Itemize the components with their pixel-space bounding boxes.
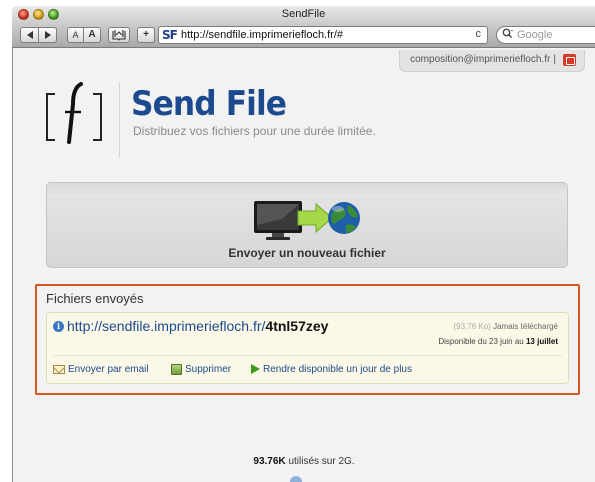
trash-icon (171, 364, 182, 375)
brand-name: Send File (131, 84, 287, 124)
quota-used: 93.76K (253, 456, 286, 467)
file-item: i http://sendfile.imprimeriefloch.fr/4tn… (46, 312, 569, 384)
account-email: composition@imprimeriefloch.fr (410, 54, 551, 65)
send-by-email-label: Envoyer par email (68, 364, 149, 375)
quota-suffix: utilisés sur 2G. (288, 456, 355, 467)
envelope-icon (53, 364, 65, 374)
bookmarks-icon (112, 30, 126, 41)
sent-files-section: Fichiers envoyés i http://sendfile.impri… (35, 284, 580, 395)
delete-link[interactable]: Supprimer (171, 364, 231, 375)
logout-icon[interactable] (563, 54, 576, 66)
site-favicon: SF (162, 28, 178, 42)
window-title: SendFile (281, 8, 326, 20)
search-field[interactable]: Google (496, 26, 595, 44)
add-bookmark-button[interactable]: + (137, 27, 155, 43)
upload-monitor-globe-icon (254, 201, 360, 240)
green-arrow-icon (251, 364, 260, 375)
reload-icon[interactable]: c (476, 28, 482, 40)
window-titlebar: SendFile (12, 6, 595, 22)
file-link[interactable]: http://sendfile.imprimeriefloch.fr/4tnl5… (67, 318, 328, 334)
address-url: http://sendfile.imprimeriefloch.fr/# (181, 29, 344, 41)
file-size: (93.76 Ko) (453, 322, 491, 331)
account-separator: | (553, 54, 556, 65)
account-tab: composition@imprimeriefloch.fr | (399, 50, 585, 72)
page-content: composition@imprimeriefloch.fr | Send Fi… (12, 48, 595, 482)
bookmarks-button[interactable] (108, 27, 130, 43)
back-button[interactable] (20, 27, 39, 43)
actions-divider (53, 355, 562, 356)
extend-availability-label: Rendre disponible un jour de plus (263, 364, 412, 375)
upload-new-file-button[interactable]: Envoyer un nouveau fichier (46, 182, 568, 268)
search-placeholder: Google (517, 29, 553, 41)
increase-text-size-button[interactable]: A (83, 27, 101, 43)
download-status: Jamais téléchargé (493, 322, 558, 331)
back-arrow-icon (26, 31, 33, 39)
file-size-status: (93.76 Ko) Jamais téléchargé (453, 322, 558, 331)
upload-label: Envoyer un nouveau fichier (228, 246, 386, 260)
decrease-text-size-button[interactable]: A (67, 27, 84, 43)
logo-divider (119, 82, 120, 158)
sent-files-title: Fichiers envoyés (46, 291, 144, 306)
forward-button[interactable] (38, 27, 57, 43)
info-icon[interactable]: i (53, 321, 64, 332)
send-by-email-link[interactable]: Envoyer par email (53, 364, 149, 375)
delete-label: Supprimer (185, 364, 232, 376)
extend-availability-link[interactable]: Rendre disponible un jour de plus (251, 364, 412, 375)
brand-tagline: Distribuez vos fichiers pour une durée l… (133, 124, 376, 138)
sendfile-logo-icon (46, 82, 102, 144)
forward-arrow-icon (44, 31, 51, 39)
address-bar[interactable]: SF http://sendfile.imprimeriefloch.fr/# … (158, 26, 488, 44)
availability-prefix: Disponible du 23 juin au (438, 337, 524, 346)
file-availability: Disponible du 23 juin au 13 juillet (438, 337, 558, 346)
storage-quota: 93.76K utilisés sur 2G. (13, 456, 595, 467)
footer-logo-icon (290, 476, 302, 482)
availability-end-date: 13 juillet (525, 337, 558, 346)
file-link-prefix: http://sendfile.imprimeriefloch.fr/ (67, 318, 266, 334)
browser-toolbar: A A + SF http://sendfile.imprimeriefloch… (12, 22, 595, 48)
search-icon (502, 28, 514, 43)
file-code: 4tnl57zey (265, 318, 329, 334)
